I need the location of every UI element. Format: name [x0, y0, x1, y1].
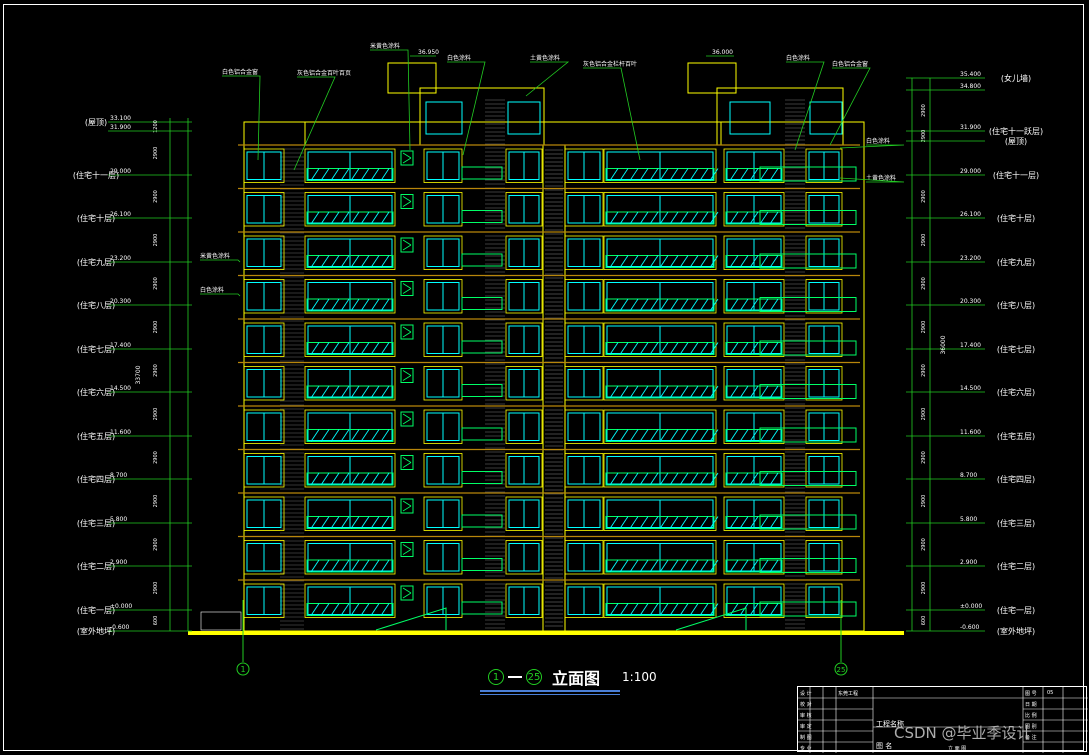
title-underline-thin: [480, 694, 620, 695]
tb-row-label: 审 核: [800, 713, 812, 719]
axis-end-marker: 25: [526, 669, 542, 685]
watermark: CSDN @毕业季设计: [894, 724, 1032, 742]
tb-row-label: 比 例: [1025, 713, 1037, 719]
tb-company: 东莞工程: [838, 691, 859, 697]
tb-row-label: 专 业: [800, 746, 812, 752]
title-dash: [508, 676, 522, 678]
title-text: 立面图: [552, 669, 601, 688]
title-scale: 1:100: [622, 670, 657, 684]
tb-row-label: 校 对: [800, 702, 812, 708]
title-underline: [480, 690, 620, 692]
tb-row-label: 日 期: [1025, 702, 1037, 708]
tb-row-label: 设 计: [800, 691, 812, 697]
tb-drawing-label: 图 名: [876, 742, 893, 750]
tb-row-label: 制 图: [800, 735, 812, 741]
drawing-title: 1 25 立面图 1:100: [488, 664, 657, 690]
tb-drawing-value: 立 面 图: [948, 746, 967, 752]
tb-row-label: 审 定: [800, 724, 812, 730]
tb-sheet-label: 图 号: [1025, 691, 1037, 697]
axis-start-marker: 1: [488, 669, 504, 685]
tb-sheet-no: 05: [1047, 690, 1054, 696]
drawing-frame: [3, 4, 1084, 751]
